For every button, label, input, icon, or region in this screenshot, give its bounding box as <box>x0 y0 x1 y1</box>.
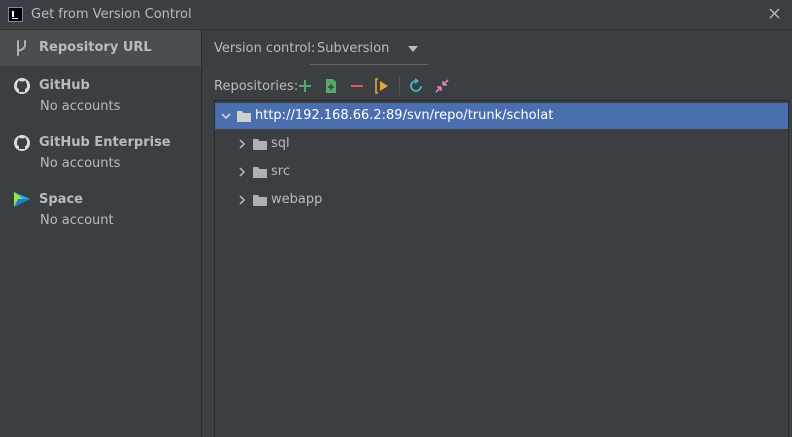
tree-row[interactable]: src <box>215 159 788 185</box>
dropdown-arrow-icon <box>408 46 418 52</box>
sidebar-item-label: GitHub <box>39 78 90 93</box>
space-icon <box>14 192 30 207</box>
add-repository-icon[interactable] <box>322 77 340 95</box>
branch-icon[interactable] <box>373 77 391 95</box>
vcs-branch-icon <box>17 40 26 56</box>
add-icon[interactable] <box>296 77 314 95</box>
account-status: No accounts <box>40 156 121 171</box>
remove-icon[interactable] <box>348 77 366 95</box>
sidebar-item-github[interactable]: GitHub No accounts <box>0 70 201 122</box>
folder-icon <box>237 111 251 122</box>
sidebar-item-space[interactable]: Space No account <box>0 184 201 236</box>
account-status: No account <box>40 213 114 228</box>
tree-row[interactable]: webapp <box>215 187 788 213</box>
github-icon <box>14 78 30 94</box>
folder-icon <box>253 139 267 150</box>
version-control-dropdown[interactable]: Subversion <box>310 35 428 65</box>
sidebar-item-label: GitHub Enterprise <box>39 135 171 150</box>
repositories-label: Repositories: <box>214 79 299 94</box>
folder-icon <box>253 195 267 206</box>
tree-row[interactable]: sql <box>215 131 788 157</box>
refresh-icon[interactable] <box>407 77 425 95</box>
close-icon[interactable] <box>766 5 784 23</box>
github-icon <box>14 135 30 151</box>
collapse-icon[interactable] <box>433 77 451 95</box>
window-title: Get from Version Control <box>31 7 192 22</box>
chevron-right-icon[interactable] <box>236 194 248 206</box>
folder-icon <box>253 167 267 178</box>
tree-row-label: sql <box>271 136 290 151</box>
toolbar-separator <box>399 77 400 95</box>
sidebar-item-label: Repository URL <box>39 40 152 55</box>
repository-tree[interactable]: http://192.168.66.2:89/svn/repo/trunk/sc… <box>214 100 789 437</box>
chevron-down-icon[interactable] <box>220 110 232 122</box>
tree-row-label: webapp <box>271 192 323 207</box>
chevron-right-icon[interactable] <box>236 166 248 178</box>
sidebar-item-repository-url[interactable]: Repository URL <box>0 30 201 66</box>
intellij-app-icon <box>8 7 23 22</box>
tree-row-label: src <box>271 164 290 179</box>
version-control-label: Version control: <box>214 41 316 56</box>
title-bar: Get from Version Control <box>0 0 792 30</box>
chevron-right-icon[interactable] <box>236 138 248 150</box>
account-status: No accounts <box>40 99 121 114</box>
main-panel: Version control: Subversion Repositories… <box>202 30 792 437</box>
tree-row-root[interactable]: http://192.168.66.2:89/svn/repo/trunk/sc… <box>215 103 788 129</box>
version-control-value: Subversion <box>317 41 390 56</box>
sidebar-item-label: Space <box>39 192 83 207</box>
tree-row-label: http://192.168.66.2:89/svn/repo/trunk/sc… <box>255 108 554 123</box>
sidebar-item-github-enterprise[interactable]: GitHub Enterprise No accounts <box>0 127 201 179</box>
sidebar: Repository URL GitHub No accounts GitHub… <box>0 30 202 437</box>
